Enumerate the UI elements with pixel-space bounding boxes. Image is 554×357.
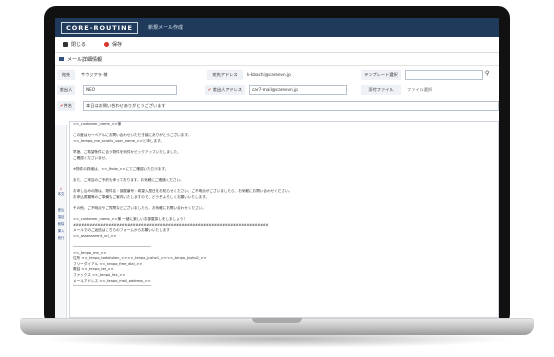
- app-screen: CORE-ROUTINE 新規メール作成 閉じる 保存 メール詳細情報 宛先 サ…: [55, 18, 499, 318]
- body-label-text: 本文: [57, 192, 65, 196]
- save-button[interactable]: 保存: [104, 41, 122, 48]
- sender-address-label: ✔ 差出人アドレス: [205, 85, 245, 95]
- save-button-label: 保存: [112, 42, 123, 48]
- body-required-icon: ✔: [59, 187, 63, 191]
- section-header: メール詳細情報: [55, 53, 499, 66]
- search-icon[interactable]: ⚲: [485, 69, 489, 79]
- attachment-button[interactable]: ファイル選択: [407, 85, 432, 95]
- destination-label: 宛先: [57, 70, 75, 80]
- toolbar: 閉じる 保存: [55, 37, 499, 53]
- sender-label: 差出人: [57, 85, 75, 95]
- app-logo: CORE-ROUTINE: [61, 21, 138, 34]
- side-button-insert[interactable]: 差込: [56, 207, 66, 212]
- save-icon: [104, 42, 110, 47]
- body-textarea[interactable]: <<_customer_name_>>様 この度はカーペアルにお問い合わせいただ…: [69, 121, 499, 318]
- required-mark-icon: ✔: [207, 87, 212, 92]
- close-button[interactable]: 閉じる: [63, 41, 86, 48]
- side-button-newline[interactable]: 改行: [56, 235, 66, 240]
- side-button-delete[interactable]: 削除: [56, 221, 66, 226]
- destination-row: 宛先 サウジアラ 様 宛先アドレス k-kbachi@careevn.jp テン…: [55, 69, 499, 81]
- window-title: 新規メール作成: [147, 25, 183, 31]
- attachment-label: 添付ファイル: [361, 85, 401, 95]
- mail-icon: [59, 57, 64, 61]
- side-button-item[interactable]: 項目: [56, 214, 66, 219]
- section-title: メール詳細情報: [67, 56, 103, 63]
- subject-input[interactable]: 本日はお問い合わせありがとうございます: [83, 101, 499, 111]
- side-button-paste[interactable]: 挿入: [56, 228, 66, 233]
- sender-address-input[interactable]: car7-mail@careevn.jp: [249, 85, 347, 95]
- sender-row: 差出人 NEO ✔ 差出人アドレス car7-mail@careevn.jp 添…: [55, 84, 499, 96]
- sender-input[interactable]: NEO: [83, 85, 177, 95]
- dest-address-label: 宛先アドレス: [207, 70, 243, 80]
- close-button-label: 閉じる: [71, 42, 87, 48]
- close-icon: [63, 42, 68, 47]
- subject-label-text: 件名: [63, 103, 72, 108]
- subject-row: ✔件名 本日はお問い合わせありがとうございます: [55, 100, 499, 112]
- body-side-panel: ✔ 本文 差込 項目 削除 挿入 改行: [55, 125, 67, 318]
- body-label: ✔ 本文: [56, 187, 66, 196]
- window-titlebar: CORE-ROUTINE 新規メール作成: [55, 18, 499, 37]
- subject-label: ✔件名: [57, 101, 75, 111]
- template-select[interactable]: [405, 70, 483, 80]
- template-label: テンプレート選択: [361, 70, 401, 80]
- destination-value: サウジアラ 様: [81, 72, 108, 77]
- sender-address-label-text: 差出人アドレス: [212, 87, 243, 92]
- dest-address-value: k-kbachi@careevn.jp: [247, 72, 291, 77]
- laptop-notch: [252, 318, 302, 323]
- body-line: ────────────────────────────────────: [73, 284, 151, 289]
